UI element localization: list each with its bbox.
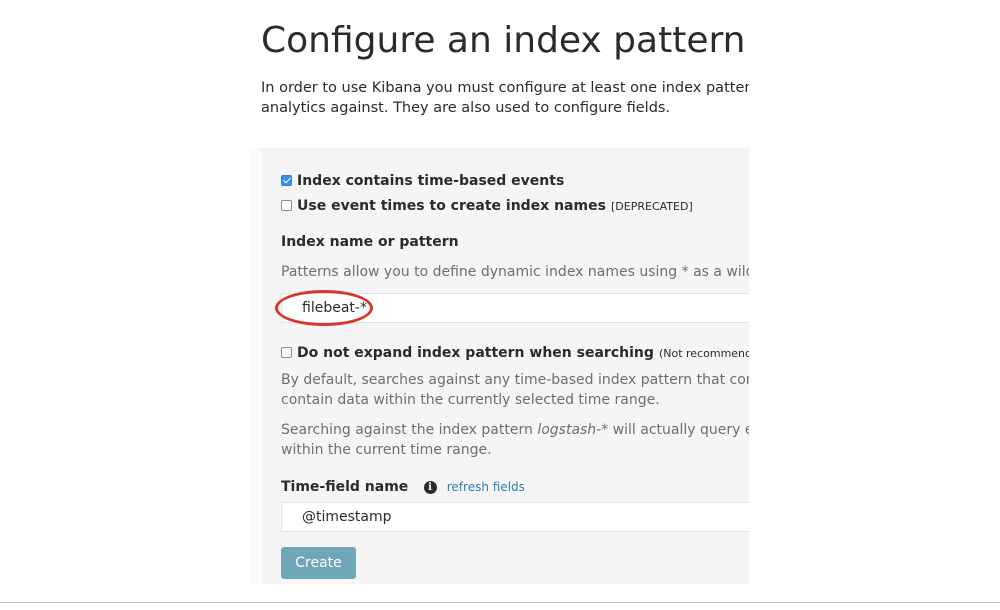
expand-help-2-pre: Searching against the index pattern [281,422,538,438]
event-times-label: Use event times to create index names [297,198,606,214]
not-recommended-note: (Not recommended) [658,347,749,360]
intro-line-2: analytics against. They are also used to… [261,100,671,116]
index-help-text: Patterns allow you to define dynamic ind… [281,264,749,280]
refresh-fields-link[interactable]: refresh fields [447,480,525,494]
time-based-label: Index contains time-based events [297,173,565,189]
expand-help-1: By default, searches against any time-ba… [281,370,749,410]
panel-edge [250,148,261,584]
expand-help-1-line-1: By default, searches against any time-ba… [281,372,749,388]
page-title: Configure an index pattern [261,20,746,61]
checkbox-checked-icon[interactable] [281,175,292,186]
expand-help-2-line-2: within the current time range. [281,442,492,458]
intro-text: In order to use Kibana you must configur… [261,78,749,118]
intro-line-1: In order to use Kibana you must configur… [261,80,749,96]
index-pattern-form: Index contains time-based events Use eve… [261,148,749,584]
time-based-row[interactable]: Index contains time-based events [281,170,564,189]
create-button[interactable]: Create [281,547,356,579]
event-times-row[interactable]: Use event times to create index names [D… [281,195,693,214]
time-field-label: Time-field name [281,479,409,495]
expand-help-2: Searching against the index pattern logs… [281,420,749,460]
checkbox-icon[interactable] [281,200,292,211]
highlight-ring [275,290,373,326]
expand-help-2-post: will actually query elastics [612,422,749,438]
no-expand-row[interactable]: Do not expand index pattern when searchi… [281,342,749,361]
time-field-select[interactable]: @timestamp [281,502,749,532]
no-expand-label: Do not expand index pattern when searchi… [297,345,654,361]
bottom-divider [0,602,1000,603]
logstash-pattern-text: logstash-* [537,422,609,438]
expand-help-1-line-2: contain data within the currently select… [281,392,660,408]
expand-help-2-line-1: Searching against the index pattern logs… [281,420,749,440]
time-field-value: @timestamp [302,509,392,525]
deprecated-note: [DEPRECATED] [611,200,693,213]
info-icon: i [423,481,437,494]
index-name-label: Index name or pattern [281,234,459,250]
checkbox-icon[interactable] [281,347,292,358]
time-field-row: Time-field name i refresh fields [281,476,525,495]
